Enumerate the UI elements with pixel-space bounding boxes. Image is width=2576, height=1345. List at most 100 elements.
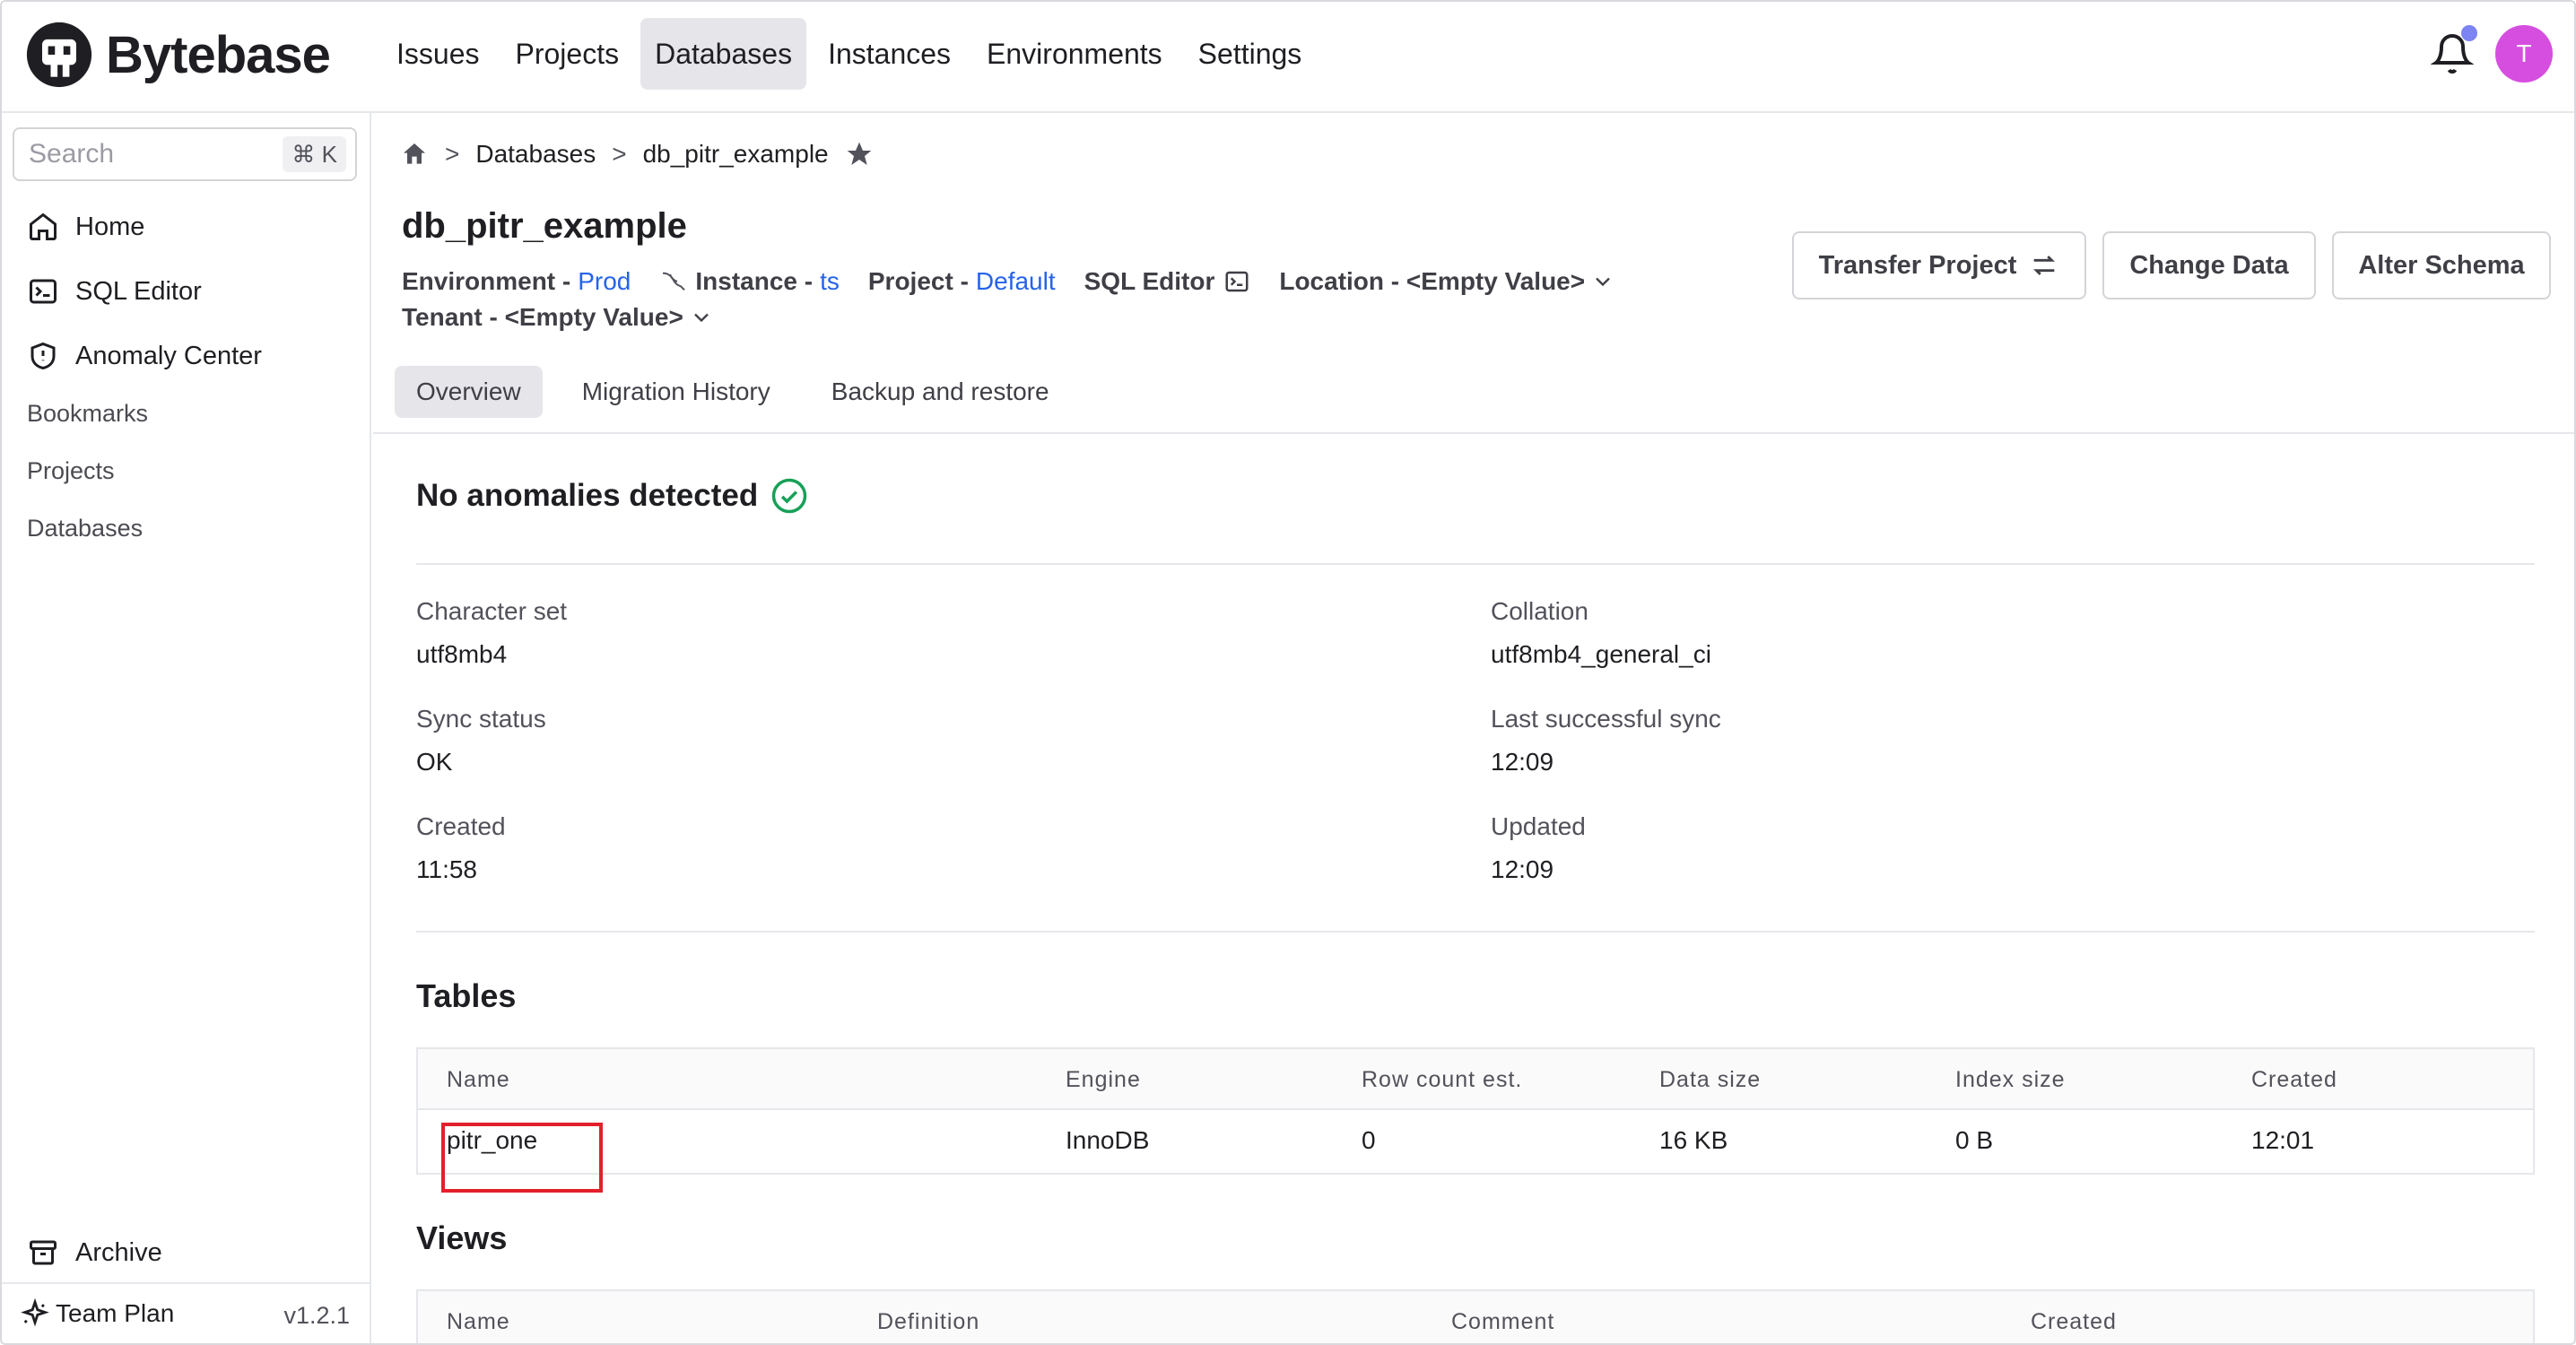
plan-label: Team Plan: [56, 1299, 175, 1327]
nav-issues[interactable]: Issues: [382, 18, 493, 90]
alter-schema-label: Alter Schema: [2358, 250, 2525, 280]
app-window: Bytebase Issues Projects Databases Insta…: [0, 0, 2576, 1345]
last-sync-value: 12:09: [1491, 748, 1554, 776]
user-avatar[interactable]: T: [2495, 25, 2553, 82]
team-plan-link[interactable]: Team Plan: [20, 1298, 174, 1329]
breadcrumb-separator: >: [445, 140, 460, 168]
brand-name: Bytebase: [106, 25, 331, 84]
alter-schema-button[interactable]: Alter Schema: [2332, 231, 2551, 299]
project-label: Project -: [867, 267, 969, 295]
column-header[interactable]: Name: [447, 1309, 510, 1335]
transfer-project-button[interactable]: Transfer Project: [1792, 231, 2086, 299]
location-label[interactable]: Location - <Empty Value>: [1279, 267, 1585, 296]
collation-value: utf8mb4_general_ci: [1491, 640, 1711, 668]
bytebase-logo-icon: [26, 22, 92, 88]
created-cell: 12:01: [2251, 1126, 2315, 1154]
sidebar-divider: [2, 1282, 370, 1284]
sidebar-item-archive[interactable]: Archive: [27, 1230, 162, 1275]
database-meta-line-1: Environment - Prod Instance - ts Project…: [402, 267, 1615, 296]
anomaly-text: No anomalies detected: [416, 478, 759, 513]
notification-dot: [2461, 25, 2477, 41]
sidebar-item-anomaly-center[interactable]: Anomaly Center: [27, 334, 262, 378]
sidebar-item-label: Archive: [75, 1237, 162, 1267]
sidebar-item-label: SQL Editor: [75, 276, 202, 306]
sidebar: ⌘ K Home SQL Editor Anomaly Center Bookm…: [2, 113, 371, 1343]
home-icon[interactable]: [400, 140, 429, 169]
tab-migration-history[interactable]: Migration History: [561, 366, 792, 418]
transfer-project-label: Transfer Project: [1818, 250, 2017, 280]
column-header[interactable]: Comment: [1451, 1309, 1554, 1335]
sql-editor-link[interactable]: SQL Editor: [1084, 267, 1215, 296]
column-header[interactable]: Data size: [1659, 1067, 1761, 1093]
check-circle-icon: [771, 478, 807, 514]
table-row[interactable]: pitr_one InnoDB 0 16 KB 0 B 12:01: [418, 1110, 2533, 1193]
change-data-button[interactable]: Change Data: [2102, 231, 2316, 299]
row-count-cell: 0: [1362, 1126, 1376, 1154]
chevron-down-icon[interactable]: [1590, 269, 1615, 294]
database-meta-line-2: Tenant - <Empty Value>: [402, 303, 714, 332]
environment-label: Environment -: [402, 267, 571, 295]
created-value: 11:58: [416, 855, 477, 883]
column-header[interactable]: Created: [2251, 1067, 2337, 1093]
swap-arrows-icon: [2033, 256, 2056, 275]
nav-environments[interactable]: Environments: [972, 18, 1177, 90]
updated-label: Updated: [1491, 812, 1586, 840]
sync-status-label: Sync status: [416, 705, 546, 733]
tab-overview[interactable]: Overview: [395, 366, 543, 418]
environment-link[interactable]: Prod: [578, 267, 631, 296]
nav-projects[interactable]: Projects: [500, 18, 633, 90]
sparkle-icon: [21, 1298, 49, 1327]
column-header[interactable]: Definition: [877, 1309, 979, 1335]
instance-link[interactable]: ts: [820, 267, 840, 296]
collation-label: Collation: [1491, 597, 1588, 625]
search-input[interactable]: [29, 139, 262, 169]
tabs-divider: [373, 432, 2574, 434]
terminal-icon: [30, 279, 57, 304]
sidebar-item-home[interactable]: Home: [27, 204, 144, 249]
mysql-dolphin-icon: [663, 272, 686, 291]
search-box[interactable]: ⌘ K: [13, 127, 357, 181]
sidebar-link-projects[interactable]: Projects: [27, 457, 115, 485]
chevron-down-icon[interactable]: [689, 305, 714, 330]
table-header: Name Definition Comment Created: [418, 1291, 2533, 1343]
engine-cell: InnoDB: [1066, 1126, 1150, 1154]
column-header[interactable]: Name: [447, 1067, 510, 1093]
nav-instances[interactable]: Instances: [814, 18, 965, 90]
table-header: Name Engine Row count est. Data size Ind…: [418, 1049, 2533, 1110]
search-shortcut: ⌘ K: [283, 136, 346, 172]
tenant-label[interactable]: Tenant - <Empty Value>: [402, 303, 683, 332]
sidebar-link-bookmarks[interactable]: Bookmarks: [27, 400, 148, 428]
instance-label: Instance -: [695, 267, 814, 295]
nav-databases[interactable]: Databases: [640, 18, 807, 90]
highlight-box: [441, 1123, 603, 1193]
main-content: > Databases > db_pitr_example db_pitr_ex…: [373, 113, 2574, 1343]
database-tabs: Overview Migration History Backup and re…: [395, 366, 1071, 418]
anomaly-status: No anomalies detected: [416, 477, 808, 515]
project-link[interactable]: Default: [976, 267, 1056, 296]
breadcrumb-databases[interactable]: Databases: [475, 140, 596, 169]
change-data-label: Change Data: [2129, 250, 2289, 280]
section-divider: [416, 563, 2535, 565]
column-header[interactable]: Index size: [1955, 1067, 2066, 1093]
breadcrumb-separator: >: [612, 140, 627, 168]
charset-label: Character set: [416, 597, 568, 625]
column-header[interactable]: Engine: [1066, 1067, 1141, 1093]
version-label: v1.2.1: [283, 1302, 350, 1329]
table-name-cell[interactable]: pitr_one: [441, 1123, 603, 1193]
star-icon[interactable]: [845, 140, 874, 169]
column-header[interactable]: Row count est.: [1362, 1067, 1522, 1093]
sync-status-value: OK: [416, 748, 453, 776]
sidebar-item-sql-editor[interactable]: SQL Editor: [27, 269, 202, 314]
terminal-icon[interactable]: [1223, 268, 1250, 295]
nav-settings[interactable]: Settings: [1184, 18, 1317, 90]
breadcrumb-current: db_pitr_example: [642, 140, 829, 168]
created-label: Created: [416, 812, 506, 840]
views-title: Views: [416, 1219, 508, 1256]
tab-backup-restore[interactable]: Backup and restore: [810, 366, 1071, 418]
column-header[interactable]: Created: [2031, 1309, 2117, 1335]
home-icon: [30, 213, 57, 240]
sidebar-link-databases[interactable]: Databases: [27, 515, 143, 542]
section-divider: [416, 931, 2535, 933]
bytebase-logo[interactable]: Bytebase: [25, 18, 331, 91]
breadcrumb: > Databases > db_pitr_example: [400, 140, 874, 169]
